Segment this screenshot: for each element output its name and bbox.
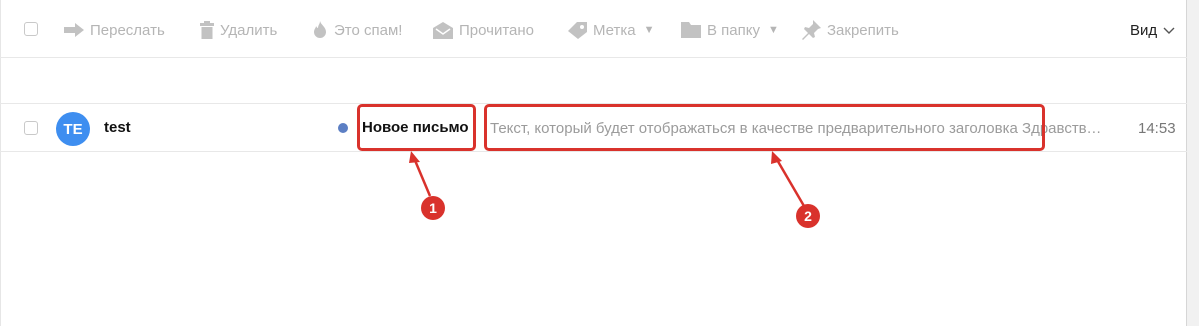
annotation-badge-2: 2: [796, 204, 820, 228]
annotation-arrows: [409, 151, 806, 207]
annotation-arrow-2: [774, 157, 806, 207]
annotation-arrowhead-2: [771, 151, 782, 164]
annotation-arrowhead-1: [409, 151, 420, 163]
annotation-arrow-1: [412, 157, 432, 197]
annotation-badge-1: 1: [421, 196, 445, 220]
